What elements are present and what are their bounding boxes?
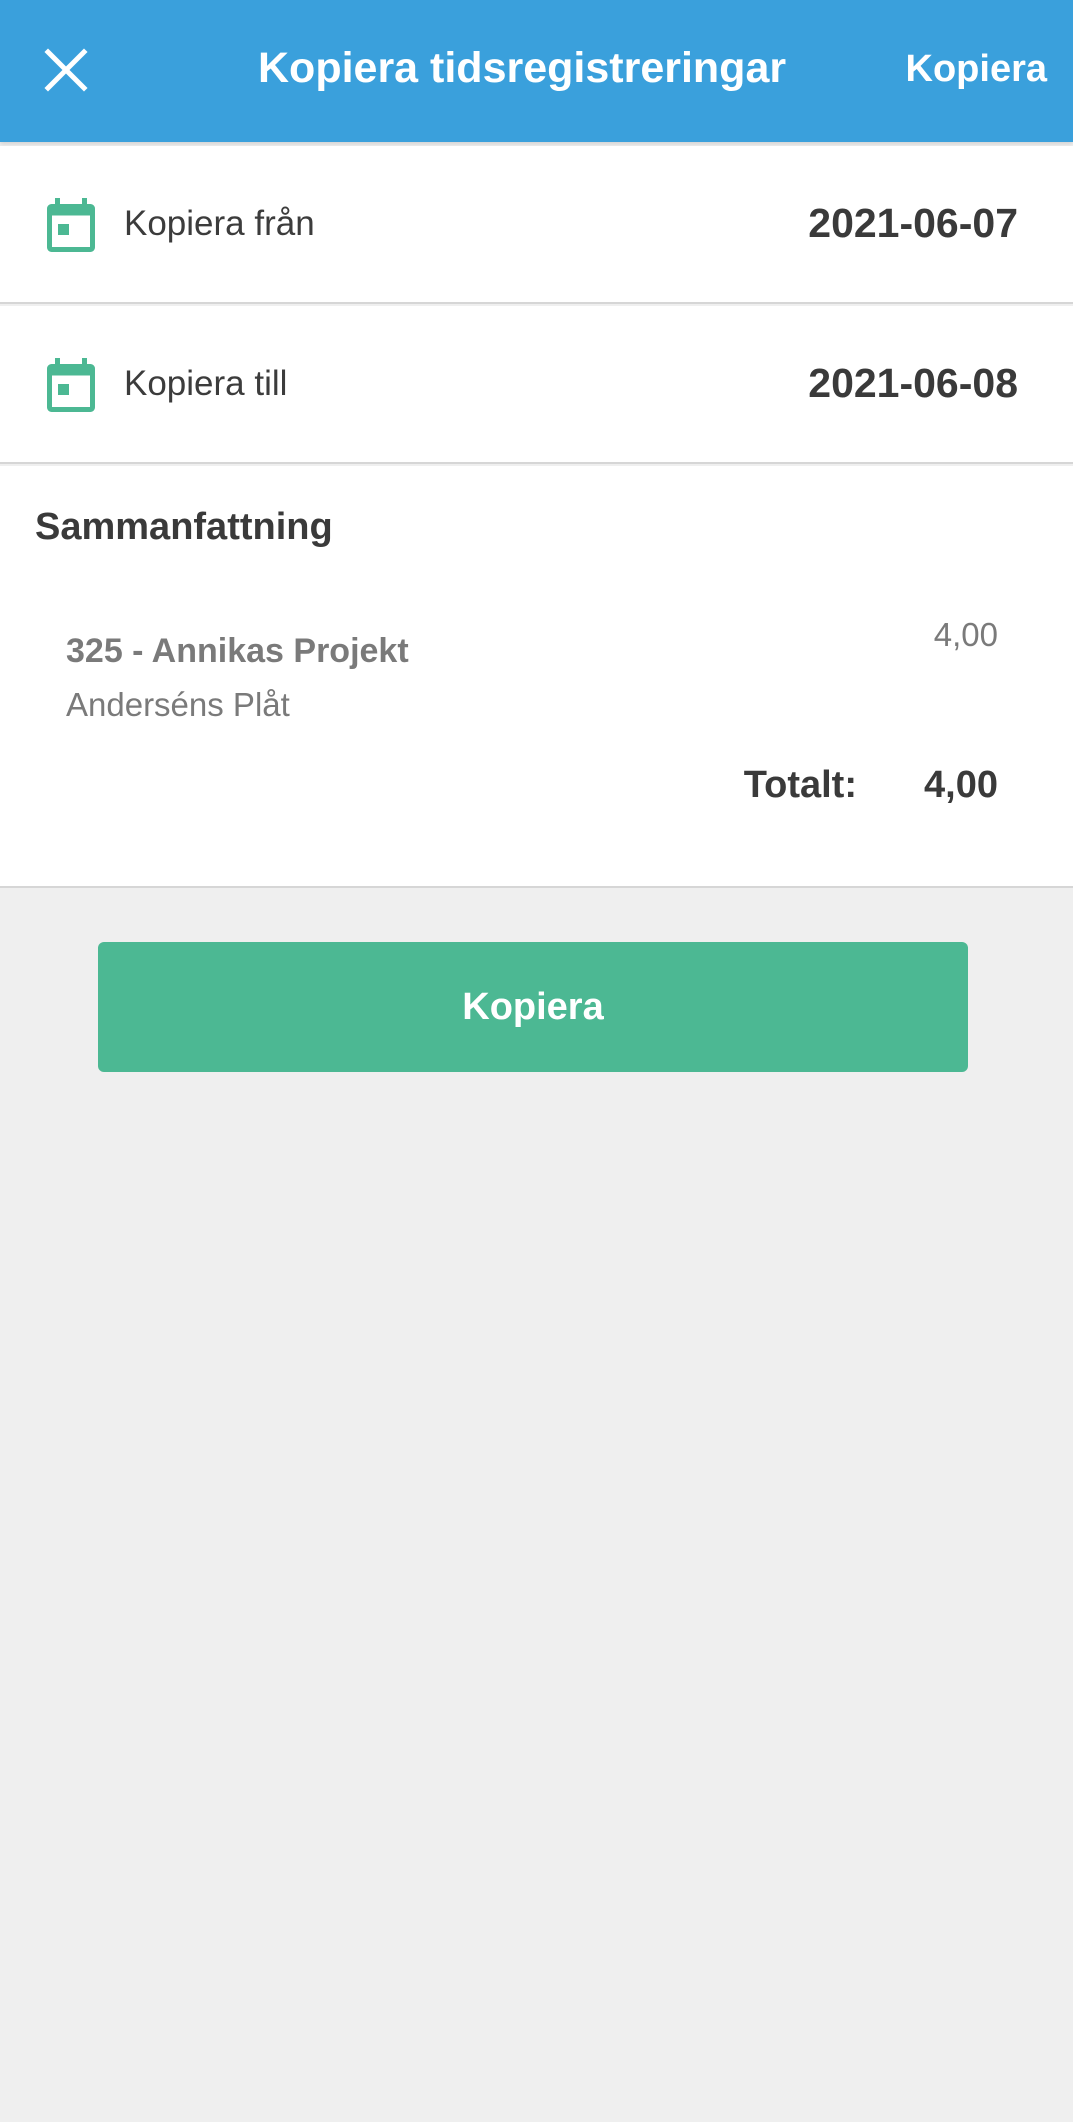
calendar-icon bbox=[47, 358, 95, 412]
copy-from-row[interactable]: Kopiera från 2021-06-07 bbox=[0, 146, 1073, 304]
calendar-icon bbox=[47, 198, 95, 252]
copy-from-label: Kopiera från bbox=[124, 204, 315, 243]
copy-to-date: 2021-06-08 bbox=[808, 360, 1018, 406]
copy-to-row[interactable]: Kopiera till 2021-06-08 bbox=[0, 306, 1073, 464]
summary-title: Sammanfattning bbox=[35, 506, 333, 548]
copy-button[interactable]: Kopiera bbox=[98, 942, 968, 1072]
page-title: Kopiera tidsregistreringar bbox=[258, 44, 787, 92]
project-name: 325 - Annikas Projekt bbox=[66, 632, 409, 670]
header-copy-button[interactable]: Kopiera bbox=[906, 48, 1047, 91]
total-value: 4,00 bbox=[924, 764, 998, 806]
close-button[interactable] bbox=[36, 40, 96, 100]
copy-from-date: 2021-06-07 bbox=[808, 200, 1018, 246]
top-app-bar: Kopiera tidsregistreringar Kopiera bbox=[0, 0, 1073, 142]
copy-time-entries-screen: Kopiera tidsregistreringar Kopiera Kopie… bbox=[0, 0, 1073, 2122]
project-hours: 4,00 bbox=[933, 616, 998, 653]
project-customer: Anderséns Plåt bbox=[66, 686, 290, 723]
close-icon bbox=[44, 48, 88, 92]
copy-to-label: Kopiera till bbox=[124, 364, 288, 403]
summary-section: Sammanfattning 325 - Annikas Projekt And… bbox=[0, 466, 1073, 888]
total-label: Totalt: bbox=[743, 764, 857, 806]
